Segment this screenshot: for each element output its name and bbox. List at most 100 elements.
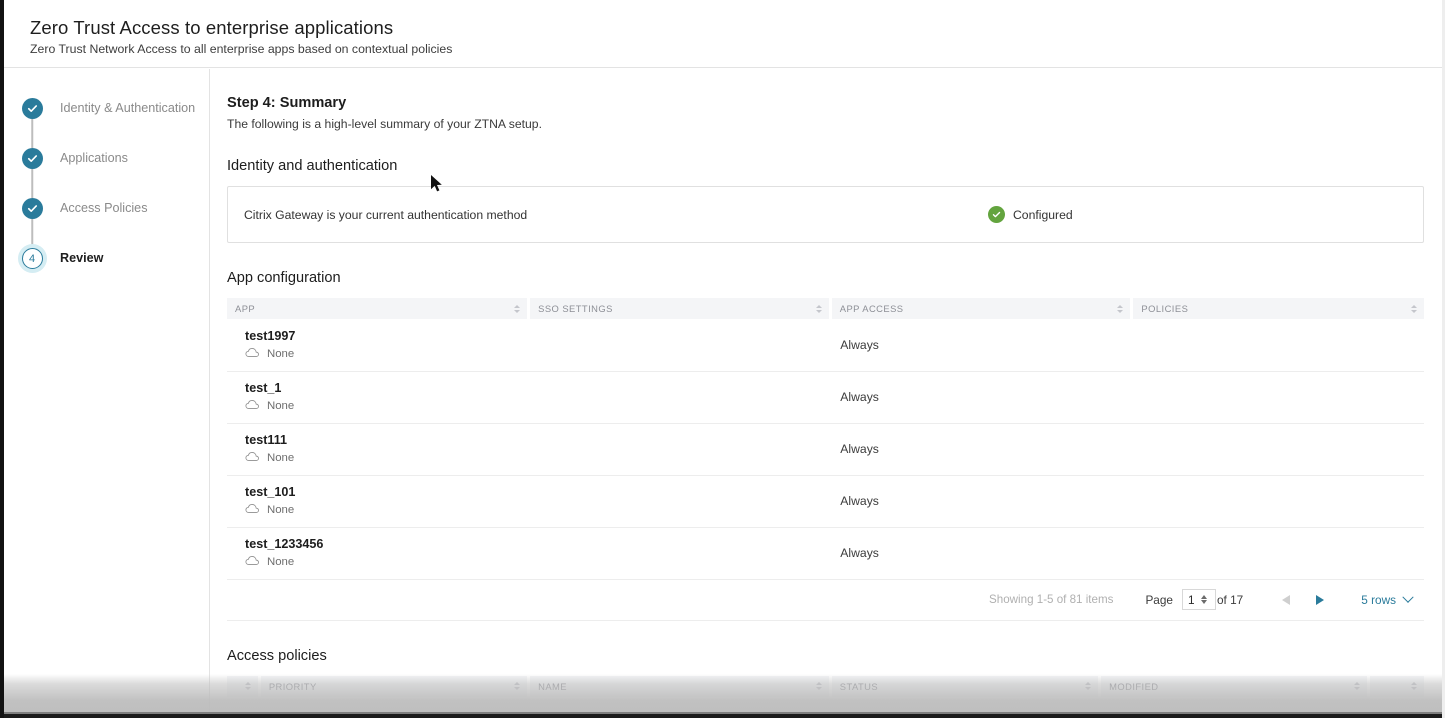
sort-icon[interactable] (815, 682, 822, 690)
page-subtitle: Zero Trust Network Access to all enterpr… (30, 42, 453, 56)
column-header-label: NAME (538, 680, 568, 692)
column-header-app-access[interactable]: APP ACCESS (830, 298, 1134, 319)
column-header-policies[interactable]: POLICIES (1131, 298, 1424, 319)
page-header: Zero Trust Access to enterprise applicat… (4, 0, 1442, 68)
sidebar-item-access-policies[interactable]: Access Policies (4, 198, 210, 248)
step-marker: 4 (4, 248, 60, 269)
column-header-name[interactable]: NAME (528, 675, 832, 697)
cell-app-access: Always (830, 475, 1132, 528)
sort-icon[interactable] (514, 304, 521, 313)
pagination-page-input[interactable] (1182, 589, 1216, 610)
pagination-prev-button[interactable] (1269, 594, 1303, 605)
app-sso-group: None (245, 503, 521, 517)
column-header-actions[interactable] (1368, 675, 1424, 697)
sort-icon[interactable] (1085, 682, 1092, 690)
triangle-right-icon (1316, 594, 1325, 605)
app-name: test1997 (245, 328, 296, 343)
auth-method-text: Citrix Gateway is your current authentic… (244, 207, 528, 222)
step-heading: Step 4: Summary (227, 95, 347, 111)
cell-app: test111 None (227, 423, 529, 476)
step-list: Identity & Authentication Applications A… (4, 98, 210, 298)
cell-app: test1997 None (227, 319, 529, 372)
sidebar-item-label: Review (60, 251, 104, 265)
pagination-stepper[interactable] (1201, 595, 1207, 604)
sidebar-item-label: Access Policies (60, 201, 148, 215)
step-marker (4, 198, 60, 248)
sort-icon[interactable] (1117, 304, 1124, 313)
table-row[interactable]: test_101 None Always (227, 475, 1424, 528)
app-name: test_101 (245, 485, 296, 499)
table-header: PRIORITY NAME STATUS MODIFIED (227, 675, 1424, 697)
cell-app: test_101 None (227, 475, 529, 528)
cell-sso-settings (528, 475, 831, 528)
step-marker (4, 98, 60, 148)
app-sso-group: None (245, 555, 521, 569)
sort-icon[interactable] (815, 304, 822, 313)
table-row[interactable]: test_1233456 None Always (227, 527, 1424, 580)
section-heading-app-configuration: App configuration (227, 270, 341, 286)
sort-icon[interactable] (1411, 682, 1417, 690)
column-header-status[interactable]: STATUS (830, 675, 1102, 697)
column-header-app[interactable]: APP (227, 298, 531, 319)
app-name: test_1233456 (245, 537, 324, 551)
column-header-priority[interactable]: PRIORITY (259, 675, 531, 697)
app-sso-group: None (245, 399, 521, 413)
wizard-sidebar: Identity & Authentication Applications A… (4, 69, 210, 718)
identity-summary-card: Citrix Gateway is your current authentic… (227, 186, 1424, 243)
sidebar-item-identity-authentication[interactable]: Identity & Authentication (4, 98, 210, 148)
summary-panel: Step 4: Summary The following is a high-… (211, 69, 1442, 697)
sidebar-item-applications[interactable]: Applications (4, 148, 210, 198)
pagination-next-button[interactable] (1303, 594, 1337, 605)
sort-icon[interactable] (244, 682, 251, 690)
column-header-modified[interactable]: MODIFIED (1099, 675, 1371, 697)
step-connector (31, 168, 33, 198)
cloud-icon (245, 451, 260, 465)
column-header-label: PRIORITY (268, 680, 317, 692)
cell-sso-settings (528, 371, 831, 424)
sidebar-item-review[interactable]: 4 Review (4, 248, 210, 298)
step-marker (4, 148, 60, 198)
cloud-icon (245, 503, 260, 517)
app-sso-group: None (245, 347, 521, 361)
cell-app: test_1233456 None (227, 527, 529, 580)
step-connector (31, 218, 33, 248)
sort-icon[interactable] (514, 682, 521, 690)
cell-sso-settings (528, 319, 831, 372)
step-number-badge: 4 (21, 248, 43, 269)
pagination-showing-text: Showing 1-5 of 81 items (989, 593, 1114, 606)
column-header-select[interactable] (227, 675, 261, 697)
column-header-label: APP (235, 303, 256, 314)
pagination-total-pages: of 17 (1217, 592, 1244, 607)
status-badge: Configured (988, 206, 1073, 223)
rows-per-page-select[interactable]: 5 rows (1361, 591, 1414, 607)
access-policies-table: PRIORITY NAME STATUS MODIFIED (227, 675, 1424, 697)
cell-policies (1131, 527, 1424, 580)
sidebar-item-label: Applications (60, 151, 128, 165)
app-name: test_1 (245, 381, 282, 395)
table-header: APP SSO SETTINGS APP ACCESS POLICIES (227, 298, 1424, 319)
cell-app-access: Always (830, 371, 1132, 424)
sort-icon[interactable] (1354, 682, 1361, 690)
cell-policies (1131, 475, 1424, 528)
app-sso-value: None (267, 504, 295, 516)
cloud-icon (245, 347, 260, 361)
sort-icon[interactable] (1411, 304, 1417, 313)
app-sso-value: None (267, 452, 295, 464)
cell-app: test_1 None (227, 371, 529, 424)
triangle-left-icon (1282, 594, 1291, 605)
column-header-label: STATUS (839, 680, 879, 692)
table-row[interactable]: test_1 None Always (227, 371, 1424, 424)
table-row[interactable]: test1997 None Always (227, 319, 1424, 372)
column-header-sso-settings[interactable]: SSO SETTINGS (528, 298, 832, 319)
cell-sso-settings (528, 527, 831, 580)
section-heading-identity: Identity and authentication (227, 158, 398, 174)
step-description: The following is a high-level summary of… (227, 117, 542, 131)
chevron-down-icon (1402, 591, 1414, 603)
cell-app-access: Always (830, 319, 1132, 372)
column-header-label: SSO SETTINGS (538, 303, 613, 314)
rows-per-page-label: 5 rows (1361, 592, 1396, 607)
sidebar-item-label: Identity & Authentication (60, 101, 196, 115)
table-row[interactable]: test111 None Always (227, 423, 1424, 476)
cell-app-access: Always (830, 423, 1132, 476)
step-connector (31, 118, 33, 148)
